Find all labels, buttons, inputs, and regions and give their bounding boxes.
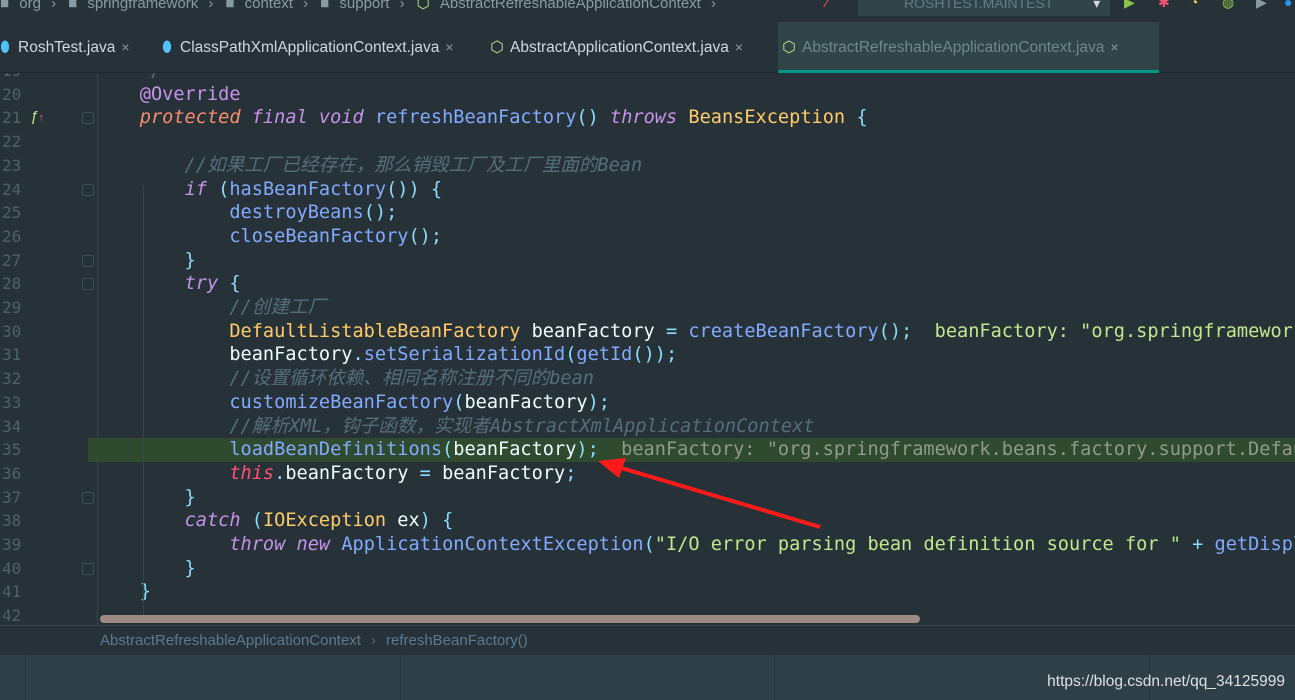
divider: [400, 655, 401, 700]
divider: [774, 655, 775, 700]
watermark: https://blog.csdn.net/qq_34125999: [1047, 673, 1285, 690]
code-breadcrumb: AbstractRefreshableApplicationContext › re…: [0, 625, 1295, 655]
breadcrumb-separator: ›: [370, 632, 376, 649]
tool-window-area: https://blog.csdn.net/qq_34125999: [0, 655, 1295, 700]
annotation-arrow: [598, 458, 821, 529]
arrow-shaft: [617, 465, 821, 529]
breadcrumb-method[interactable]: refreshBeanFactory(): [386, 632, 528, 649]
arrow-head: [598, 458, 626, 478]
breadcrumb-class[interactable]: AbstractRefreshableApplicationContext: [100, 632, 361, 649]
divider: [25, 655, 26, 700]
